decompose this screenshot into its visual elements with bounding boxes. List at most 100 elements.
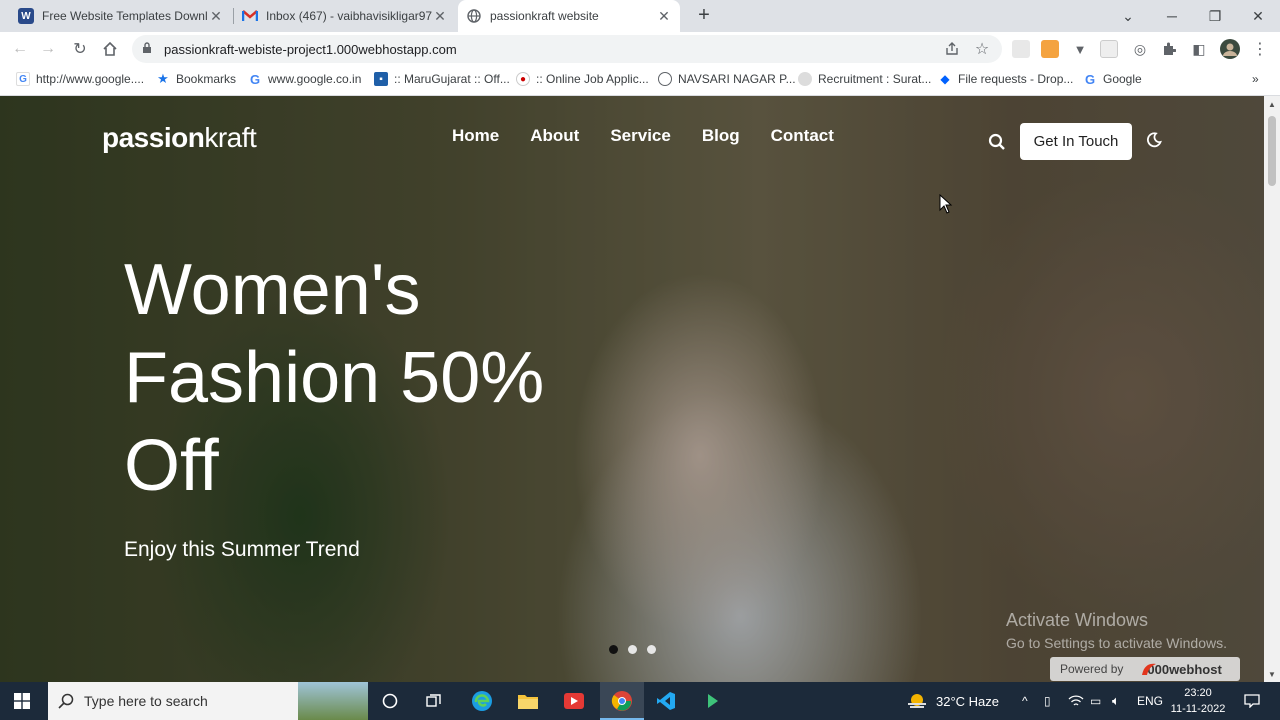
scroll-down-icon[interactable]: ▼ [1268, 670, 1276, 679]
system-clock[interactable]: 23:20 11-11-2022 [1170, 685, 1226, 717]
extension-icon[interactable] [1012, 40, 1030, 58]
puzzle-icon[interactable] [1157, 37, 1181, 61]
taskbar-search-input[interactable]: Type here to search [48, 682, 368, 720]
hero-section: passionkraft Home About Service Blog Con… [0, 96, 1264, 682]
tab-title: Free Website Templates Downlo [42, 9, 208, 23]
share-icon[interactable] [940, 37, 964, 61]
watermark-line2: Go to Settings to activate Windows. [1006, 635, 1227, 651]
cortana-icon[interactable] [368, 682, 412, 720]
tab-passionkraft[interactable]: passionkraft website ✕ [458, 0, 680, 32]
battery-icon[interactable]: ▭ [1090, 682, 1101, 720]
weather-haze-icon [908, 694, 926, 708]
emblem-icon [798, 72, 812, 86]
tab-strip: W Free Website Templates Downlo ✕ Inbox … [0, 0, 1280, 32]
tab-templates[interactable]: W Free Website Templates Downlo ✕ [10, 0, 232, 32]
weather-widget[interactable]: 32°C Haze [906, 682, 999, 720]
marugujarat-icon: ▪ [374, 72, 388, 86]
bookmark-item[interactable]: NAVSARI NAGAR P... [658, 72, 796, 86]
bookmark-item[interactable]: ▪ :: MaruGujarat :: Off... [374, 72, 510, 86]
close-tab-icon[interactable]: ✕ [208, 8, 224, 25]
tab-gmail[interactable]: Inbox (467) - vaibhavisikligar97@ ✕ [234, 0, 456, 32]
back-icon[interactable]: ← [8, 37, 32, 61]
side-panel-icon[interactable]: ◧ [1187, 37, 1211, 61]
nav-blog[interactable]: Blog [702, 126, 740, 146]
bookmark-item[interactable]: ★ Bookmarks [156, 71, 236, 86]
show-hidden-icons[interactable]: ^ [1022, 682, 1028, 720]
close-window-button[interactable]: ✕ [1236, 0, 1280, 32]
bookmark-item[interactable]: G www.google.co.in [248, 72, 362, 87]
close-tab-icon[interactable]: ✕ [656, 8, 672, 25]
extension-icon[interactable] [1100, 40, 1118, 58]
logo-bold-text: passion [102, 122, 205, 153]
address-bar[interactable]: passionkraft-webiste-project1.000webhost… [132, 35, 1002, 63]
app-red-icon[interactable] [552, 682, 596, 720]
task-view-icon[interactable] [412, 682, 456, 720]
close-tab-icon[interactable]: ✕ [432, 8, 448, 25]
chrome-icon[interactable] [600, 682, 644, 720]
wordpress-icon: W [18, 8, 34, 24]
bookmark-label: NAVSARI NAGAR P... [678, 72, 796, 86]
scroll-thumb[interactable] [1268, 116, 1276, 186]
carousel-dot[interactable] [628, 645, 637, 654]
dropbox-icon: ◆ [940, 72, 950, 86]
bookmark-star-icon[interactable]: ☆ [970, 37, 994, 61]
bookmark-label: www.google.co.in [268, 72, 362, 86]
browser-toolbar: ← → ↻ passionkraft-webiste-project1.000w… [0, 32, 1280, 66]
weather-text: 32°C Haze [936, 693, 1000, 709]
tab-search-icon[interactable]: ⌄ [1106, 0, 1150, 32]
lock-icon[interactable] [142, 41, 154, 57]
wifi-icon[interactable] [1068, 682, 1084, 720]
hero-title: Women's Fashion 50% Off [124, 250, 545, 506]
bookmark-item[interactable]: ◆ File requests - Drop... [938, 72, 1073, 86]
bookmark-item[interactable]: Recruitment : Surat... [798, 72, 931, 86]
nav-about[interactable]: About [530, 126, 579, 146]
powered-brand: 000webhost [1147, 661, 1222, 677]
forward-icon[interactable]: → [36, 37, 60, 61]
carousel-dot[interactable] [647, 645, 656, 654]
nav-service[interactable]: Service [610, 126, 671, 146]
file-explorer-icon[interactable] [506, 682, 550, 720]
language-indicator[interactable]: ENG [1137, 682, 1163, 720]
menu-icon[interactable]: ⋮ [1248, 37, 1272, 61]
carousel-dots [609, 645, 666, 654]
search-icon[interactable] [988, 133, 1006, 151]
new-tab-button[interactable]: + [692, 4, 716, 28]
mouse-cursor [939, 193, 953, 214]
extension-icon[interactable] [1041, 40, 1059, 58]
windows-start-icon[interactable] [0, 682, 44, 720]
logo-light-text: kraft [204, 122, 257, 153]
vue-extension-icon[interactable]: ▼ [1068, 37, 1092, 61]
nav-home[interactable]: Home [452, 126, 499, 146]
watermark-line1: Activate Windows [1006, 610, 1149, 630]
page-scrollbar[interactable]: ▲ ▼ [1264, 96, 1280, 682]
carousel-dot[interactable] [609, 645, 618, 654]
get-in-touch-button[interactable]: Get In Touch [1020, 123, 1132, 160]
site-logo[interactable]: passionkraft [102, 122, 257, 154]
vscode-icon[interactable] [644, 682, 688, 720]
device-icon[interactable]: ▯ [1044, 682, 1051, 720]
powered-label: Powered by [1060, 662, 1124, 676]
volume-icon[interactable]: 🔈︎ [1112, 682, 1120, 720]
scroll-up-icon[interactable]: ▲ [1268, 100, 1276, 109]
minimize-button[interactable]: ─ [1150, 0, 1194, 32]
star-icon: ★ [157, 71, 169, 86]
google-icon: G [1084, 71, 1096, 87]
edge-icon[interactable] [460, 682, 504, 720]
bookmark-label: :: Online Job Applic... [536, 72, 649, 86]
notification-center-icon[interactable] [1230, 682, 1274, 720]
nav-contact[interactable]: Contact [771, 126, 834, 146]
bookmark-item[interactable]: ● :: Online Job Applic... [516, 72, 649, 86]
bookmark-item[interactable]: G Google [1083, 71, 1142, 87]
terminal-app-icon[interactable] [690, 682, 734, 720]
home-icon[interactable] [98, 37, 122, 61]
activate-windows-watermark: Activate Windows Go to Settings to activ… [1006, 610, 1227, 651]
extension-icon[interactable]: ◎ [1128, 37, 1152, 61]
dark-mode-moon-icon[interactable] [1146, 132, 1162, 148]
more-bookmarks-icon[interactable]: » [1252, 72, 1259, 86]
reload-icon[interactable]: ↻ [68, 37, 92, 61]
powered-by-badge[interactable]: Powered by 000webhost [1050, 657, 1240, 681]
avatar[interactable] [1218, 37, 1242, 61]
url-text: passionkraft-webiste-project1.000webhost… [164, 41, 457, 57]
restore-button[interactable]: ❐ [1193, 0, 1237, 32]
bookmark-item[interactable]: G http://www.google.... [16, 72, 144, 86]
